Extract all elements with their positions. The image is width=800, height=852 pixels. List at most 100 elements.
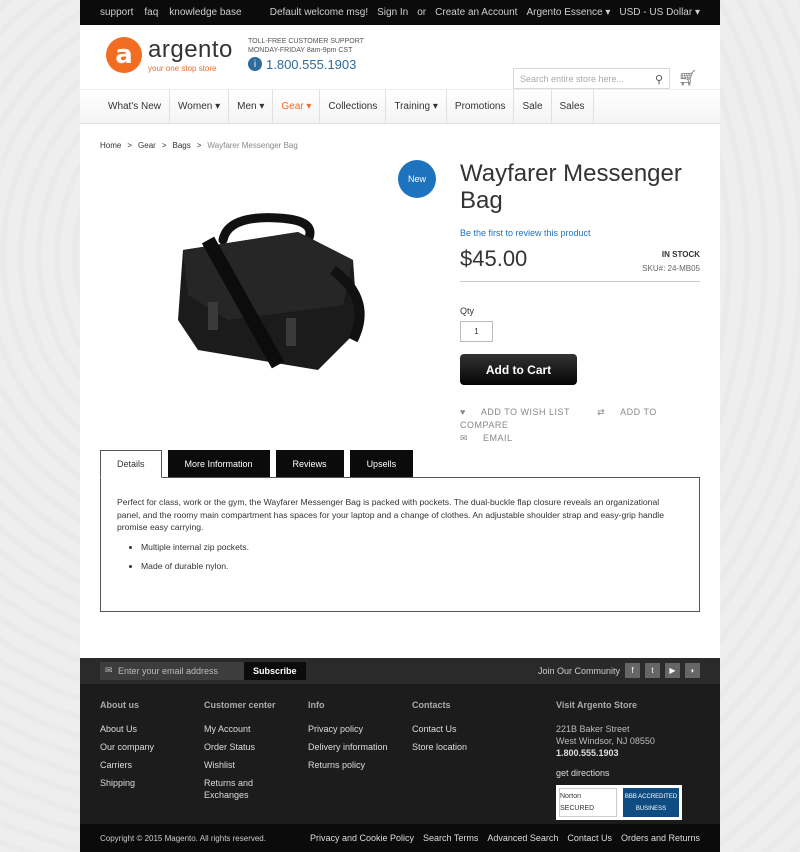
community-links: Join Our Community f t ▶ ◗ — [538, 663, 700, 678]
store-phone: 1.800.555.1903 — [556, 748, 619, 758]
norton-logo[interactable]: Norton SECURED — [559, 788, 617, 817]
nav-item-women[interactable]: Women ▾ — [170, 90, 230, 123]
tab-reviews[interactable]: Reviews — [275, 450, 344, 478]
footer-link-about-us[interactable]: About Us — [100, 723, 195, 735]
breadcrumb-gear[interactable]: Gear — [138, 141, 156, 150]
newsletter-bar: ✉ Enter your email address Subscribe Joi… — [80, 658, 720, 684]
copyright-text: Copyright © 2015 Magento. All rights res… — [100, 833, 266, 843]
footer-contacts: Contacts Contact Us Store location — [412, 699, 512, 759]
footer-bottom-links: Privacy and Cookie Policy Search Terms A… — [310, 833, 700, 843]
breadcrumb-home[interactable]: Home — [100, 141, 121, 150]
breadcrumb-bags[interactable]: Bags — [172, 141, 190, 150]
nav-item-sale[interactable]: Sale — [514, 90, 552, 123]
add-to-cart-button[interactable]: Add to Cart — [460, 354, 577, 385]
nav-item-training[interactable]: Training ▾ — [386, 90, 447, 123]
footer-link-wishlist[interactable]: Wishlist — [204, 759, 299, 771]
nav-item-sales[interactable]: Sales — [552, 90, 594, 123]
nav-item-whats-new[interactable]: What's New — [100, 90, 171, 123]
store-address-1: 221B Baker Street — [556, 724, 630, 734]
top-bar-right: Default welcome msg! Sign In or Create a… — [270, 7, 700, 18]
sign-in-link[interactable]: Sign In — [377, 7, 408, 18]
footer-link-contact-us[interactable]: Contact Us — [412, 723, 512, 735]
search-icon[interactable]: ⚲ — [655, 73, 663, 86]
knowledge-base-link[interactable]: knowledge base — [169, 7, 241, 18]
tab-more-information[interactable]: More Information — [167, 450, 270, 478]
divider — [460, 281, 700, 282]
support-phone: 1.800.555.1903 — [266, 56, 357, 72]
info-pin-icon: i — [248, 57, 262, 71]
review-link[interactable]: Be the first to review this product — [460, 228, 591, 238]
wish-list-label: ADD TO WISH LIST — [480, 407, 571, 417]
facebook-icon[interactable]: f — [625, 663, 640, 678]
list-item: Made of durable nylon. — [141, 560, 683, 573]
support-link[interactable]: support — [100, 7, 133, 18]
footer-link-shipping[interactable]: Shipping — [100, 777, 195, 789]
trust-badges: Norton SECURED BBB ACCREDITED BUSINESS — [556, 785, 682, 820]
privacy-cookie-link[interactable]: Privacy and Cookie Policy — [310, 833, 414, 843]
qty-input[interactable]: 1 — [460, 321, 493, 342]
breadcrumb-current: Wayfarer Messenger Bag — [207, 141, 298, 150]
nav-item-men[interactable]: Men ▾ — [229, 90, 274, 123]
footer-heading: Customer center — [204, 700, 276, 710]
newsletter-placeholder: Enter your email address — [118, 666, 219, 676]
envelope-icon: ✉ — [105, 665, 113, 675]
footer-link-privacy[interactable]: Privacy policy — [308, 723, 398, 735]
breadcrumb-separator: > — [161, 141, 167, 150]
wish-list-link[interactable]: ♥ ADD TO WISH LIST — [460, 407, 582, 417]
email-label: EMAIL — [483, 433, 513, 443]
footer-link-our-company[interactable]: Our company — [100, 741, 195, 753]
nav-item-promotions[interactable]: Promotions — [447, 90, 515, 123]
search-input[interactable]: Search entire store here... ⚲ — [513, 68, 670, 89]
advanced-search-link[interactable]: Advanced Search — [487, 833, 558, 843]
contact-us-link[interactable]: Contact Us — [567, 833, 612, 843]
footer-about: About us About Us Our company Carriers S… — [100, 699, 195, 795]
footer-heading: About us — [100, 700, 139, 710]
store-switcher[interactable]: Argento Essence ▾ — [526, 7, 610, 18]
faq-link[interactable]: faq — [144, 7, 158, 18]
footer-link-returns-policy[interactable]: Returns policy — [308, 759, 398, 771]
youtube-icon[interactable]: ▶ — [665, 663, 680, 678]
newsletter-email-input[interactable]: ✉ Enter your email address — [100, 662, 244, 680]
compare-icon: ⇄ — [597, 407, 609, 417]
product-image[interactable] — [168, 210, 378, 385]
bbb-logo[interactable]: BBB ACCREDITED BUSINESS — [623, 788, 679, 817]
footer-link-carriers[interactable]: Carriers — [100, 759, 195, 771]
welcome-message: Default welcome msg! — [269, 7, 369, 18]
heart-icon: ♥ — [460, 407, 469, 417]
subscribe-button[interactable]: Subscribe — [244, 662, 306, 680]
list-item: Multiple internal zip pockets. — [141, 541, 683, 554]
footer-link-store-location[interactable]: Store location — [412, 741, 512, 753]
tab-details[interactable]: Details — [100, 450, 162, 478]
nav-item-collections[interactable]: Collections — [320, 90, 387, 123]
currency-switcher[interactable]: USD - US Dollar ▾ — [619, 7, 700, 18]
logo[interactable]: a argento your one stop store — [106, 37, 233, 73]
nav-item-gear[interactable]: Gear ▾ — [273, 90, 321, 123]
footer-link-order-status[interactable]: Order Status — [204, 741, 299, 753]
main-nav: What's New Women ▾ Men ▾ Gear ▾ Collecti… — [80, 90, 720, 124]
details-panel: Perfect for class, work or the gym, the … — [100, 477, 700, 612]
top-bar: support faq knowledge base Default welco… — [80, 0, 720, 25]
community-label: Join Our Community — [537, 665, 620, 676]
logo-tagline: your one stop store — [148, 63, 217, 73]
create-account-link[interactable]: Create an Account — [435, 7, 517, 18]
logo-text: argento your one stop store — [148, 37, 233, 73]
tab-upsells[interactable]: Upsells — [349, 450, 414, 478]
or-text: or — [417, 7, 427, 18]
footer-link-returns[interactable]: Returns and Exchanges — [204, 777, 299, 801]
cart-icon[interactable]: 🛒︎ — [678, 69, 697, 87]
get-directions-link[interactable]: get directions — [556, 767, 700, 779]
footer-link-my-account[interactable]: My Account — [204, 723, 299, 735]
orders-returns-link[interactable]: Orders and Returns — [621, 833, 700, 843]
rss-icon[interactable]: ◗ — [685, 663, 700, 678]
copyright-bar: Copyright © 2015 Magento. All rights res… — [80, 824, 720, 852]
footer-heading: Contacts — [412, 700, 451, 710]
email-link[interactable]: ✉ EMAIL — [460, 433, 525, 443]
footer-link-delivery[interactable]: Delivery information — [308, 741, 398, 753]
product-title: Wayfarer Messenger Bag — [460, 160, 682, 214]
twitter-icon[interactable]: t — [645, 663, 660, 678]
breadcrumb-separator: > — [127, 141, 133, 150]
search-terms-link[interactable]: Search Terms — [423, 833, 478, 843]
footer-heading: Info — [308, 700, 325, 710]
logo-mark-icon: a — [106, 37, 142, 73]
footer-visit-store: Visit Argento Store 221B Baker Street We… — [556, 699, 700, 820]
